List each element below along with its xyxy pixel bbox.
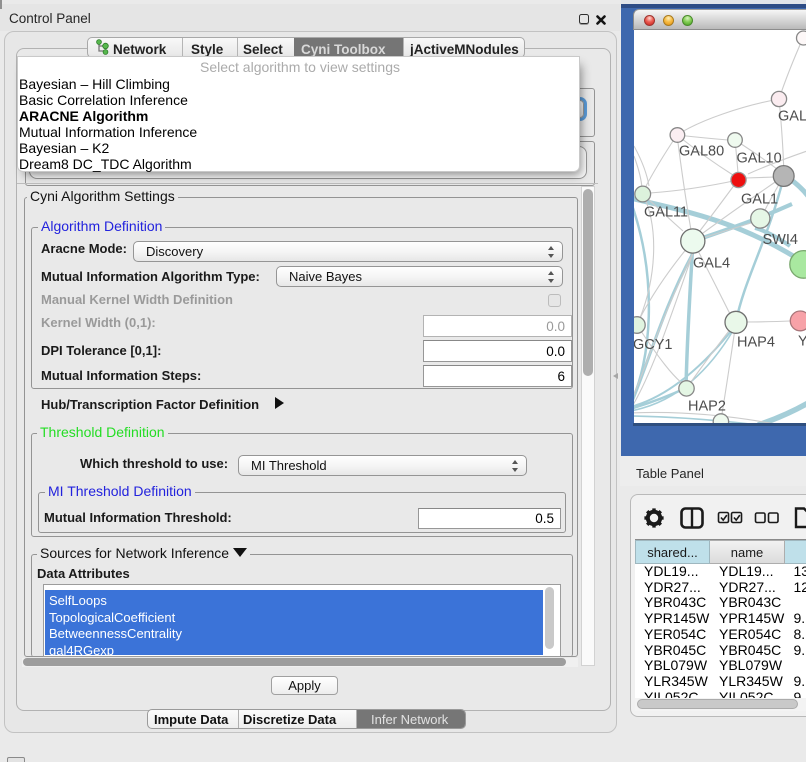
svg-text:GAL1: GAL1 bbox=[741, 192, 778, 208]
svg-text:HAP4: HAP4 bbox=[737, 335, 775, 351]
svg-text:SWI4: SWI4 bbox=[763, 232, 798, 248]
svg-text:GAL7: GAL7 bbox=[778, 109, 806, 125]
svg-text:HAP2: HAP2 bbox=[688, 399, 726, 415]
svg-text:Y: Y bbox=[798, 334, 806, 350]
svg-text:GAL4: GAL4 bbox=[693, 256, 730, 272]
svg-text:GAL10: GAL10 bbox=[737, 151, 782, 167]
svg-text:GAL80: GAL80 bbox=[679, 144, 724, 160]
svg-text:GAL11: GAL11 bbox=[644, 205, 688, 221]
svg-text:GCY1: GCY1 bbox=[634, 337, 673, 353]
